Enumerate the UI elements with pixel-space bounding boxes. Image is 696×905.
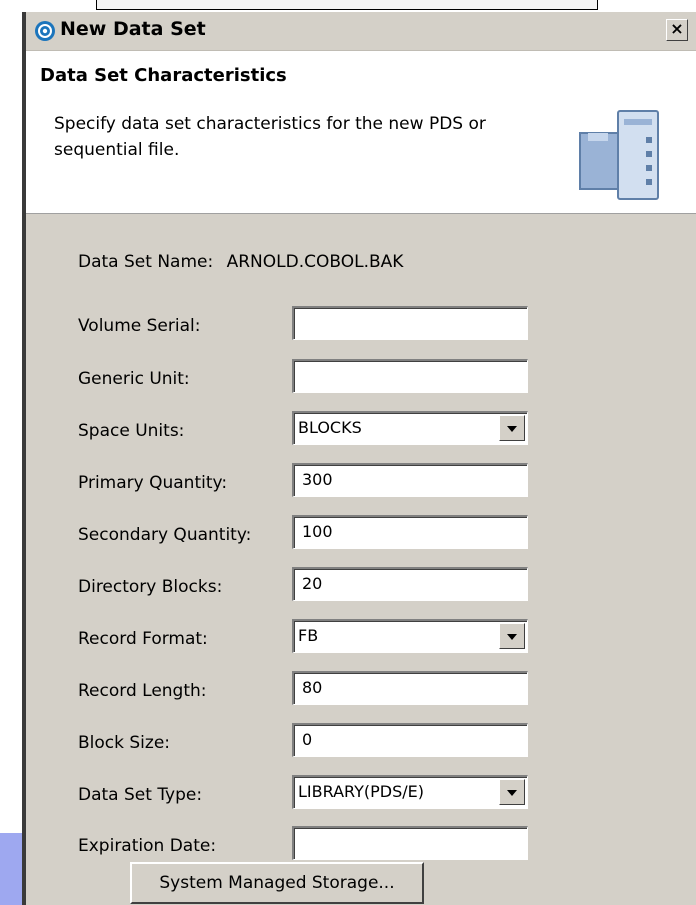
block-size-field[interactable]: 0 — [292, 723, 528, 757]
eclipse-icon — [35, 21, 55, 41]
chevron-down-icon[interactable] — [499, 623, 525, 649]
directory-blocks-label: Directory Blocks: — [78, 577, 223, 597]
record-format-value: FB — [298, 626, 319, 645]
space-units-label: Space Units: — [78, 421, 185, 441]
close-button[interactable]: × — [666, 19, 688, 41]
volume-serial-label: Volume Serial: — [78, 316, 201, 336]
background-window-edge — [96, 0, 598, 10]
record-format-label: Record Format: — [78, 629, 208, 649]
data-set-type-label: Data Set Type: — [78, 785, 203, 805]
expiration-date-field[interactable] — [292, 826, 528, 860]
block-size-label: Block Size: — [78, 733, 171, 753]
chevron-down-icon[interactable] — [499, 779, 525, 805]
primary-quantity-field[interactable]: 300 — [292, 463, 528, 497]
generic-unit-label: Generic Unit: — [78, 369, 190, 389]
directory-blocks-field[interactable]: 20 — [292, 567, 528, 601]
system-managed-storage-button[interactable]: System Managed Storage... — [130, 862, 424, 904]
volume-serial-field[interactable] — [292, 306, 528, 340]
secondary-quantity-field[interactable]: 100 — [292, 515, 528, 549]
data-set-type-value: LIBRARY(PDS/E) — [298, 782, 424, 801]
record-length-label: Record Length: — [78, 681, 207, 701]
secondary-quantity-label: Secondary Quantity: — [78, 525, 252, 545]
page-description: Specify data set characteristics for the… — [54, 114, 486, 160]
page-title: Data Set Characteristics — [40, 65, 287, 86]
generic-unit-field[interactable] — [292, 359, 528, 393]
wizard-header: Data Set Characteristics Specify data se… — [26, 51, 696, 214]
space-units-value: BLOCKS — [298, 418, 362, 437]
title-bar: New Data Set × — [26, 12, 696, 51]
server-icon — [579, 110, 659, 200]
primary-quantity-label: Primary Quantity: — [78, 473, 228, 493]
data-set-name-label: Data Set Name: — [78, 252, 214, 272]
window-title: New Data Set — [60, 18, 206, 40]
data-set-type-select[interactable]: LIBRARY(PDS/E) — [292, 775, 528, 809]
data-set-name-row: Data Set Name: ARNOLD.COBOL.BAK — [78, 252, 403, 272]
new-data-set-dialog: New Data Set × Data Set Characteristics … — [22, 12, 696, 905]
chevron-down-icon[interactable] — [499, 415, 525, 441]
background-slide-fragment — [0, 833, 22, 905]
data-set-name-value: ARNOLD.COBOL.BAK — [226, 252, 404, 272]
record-format-select[interactable]: FB — [292, 619, 528, 653]
space-units-select[interactable]: BLOCKS — [292, 411, 528, 445]
close-icon: × — [670, 19, 684, 38]
expiration-date-label: Expiration Date: — [78, 836, 217, 856]
record-length-field[interactable]: 80 — [292, 671, 528, 705]
